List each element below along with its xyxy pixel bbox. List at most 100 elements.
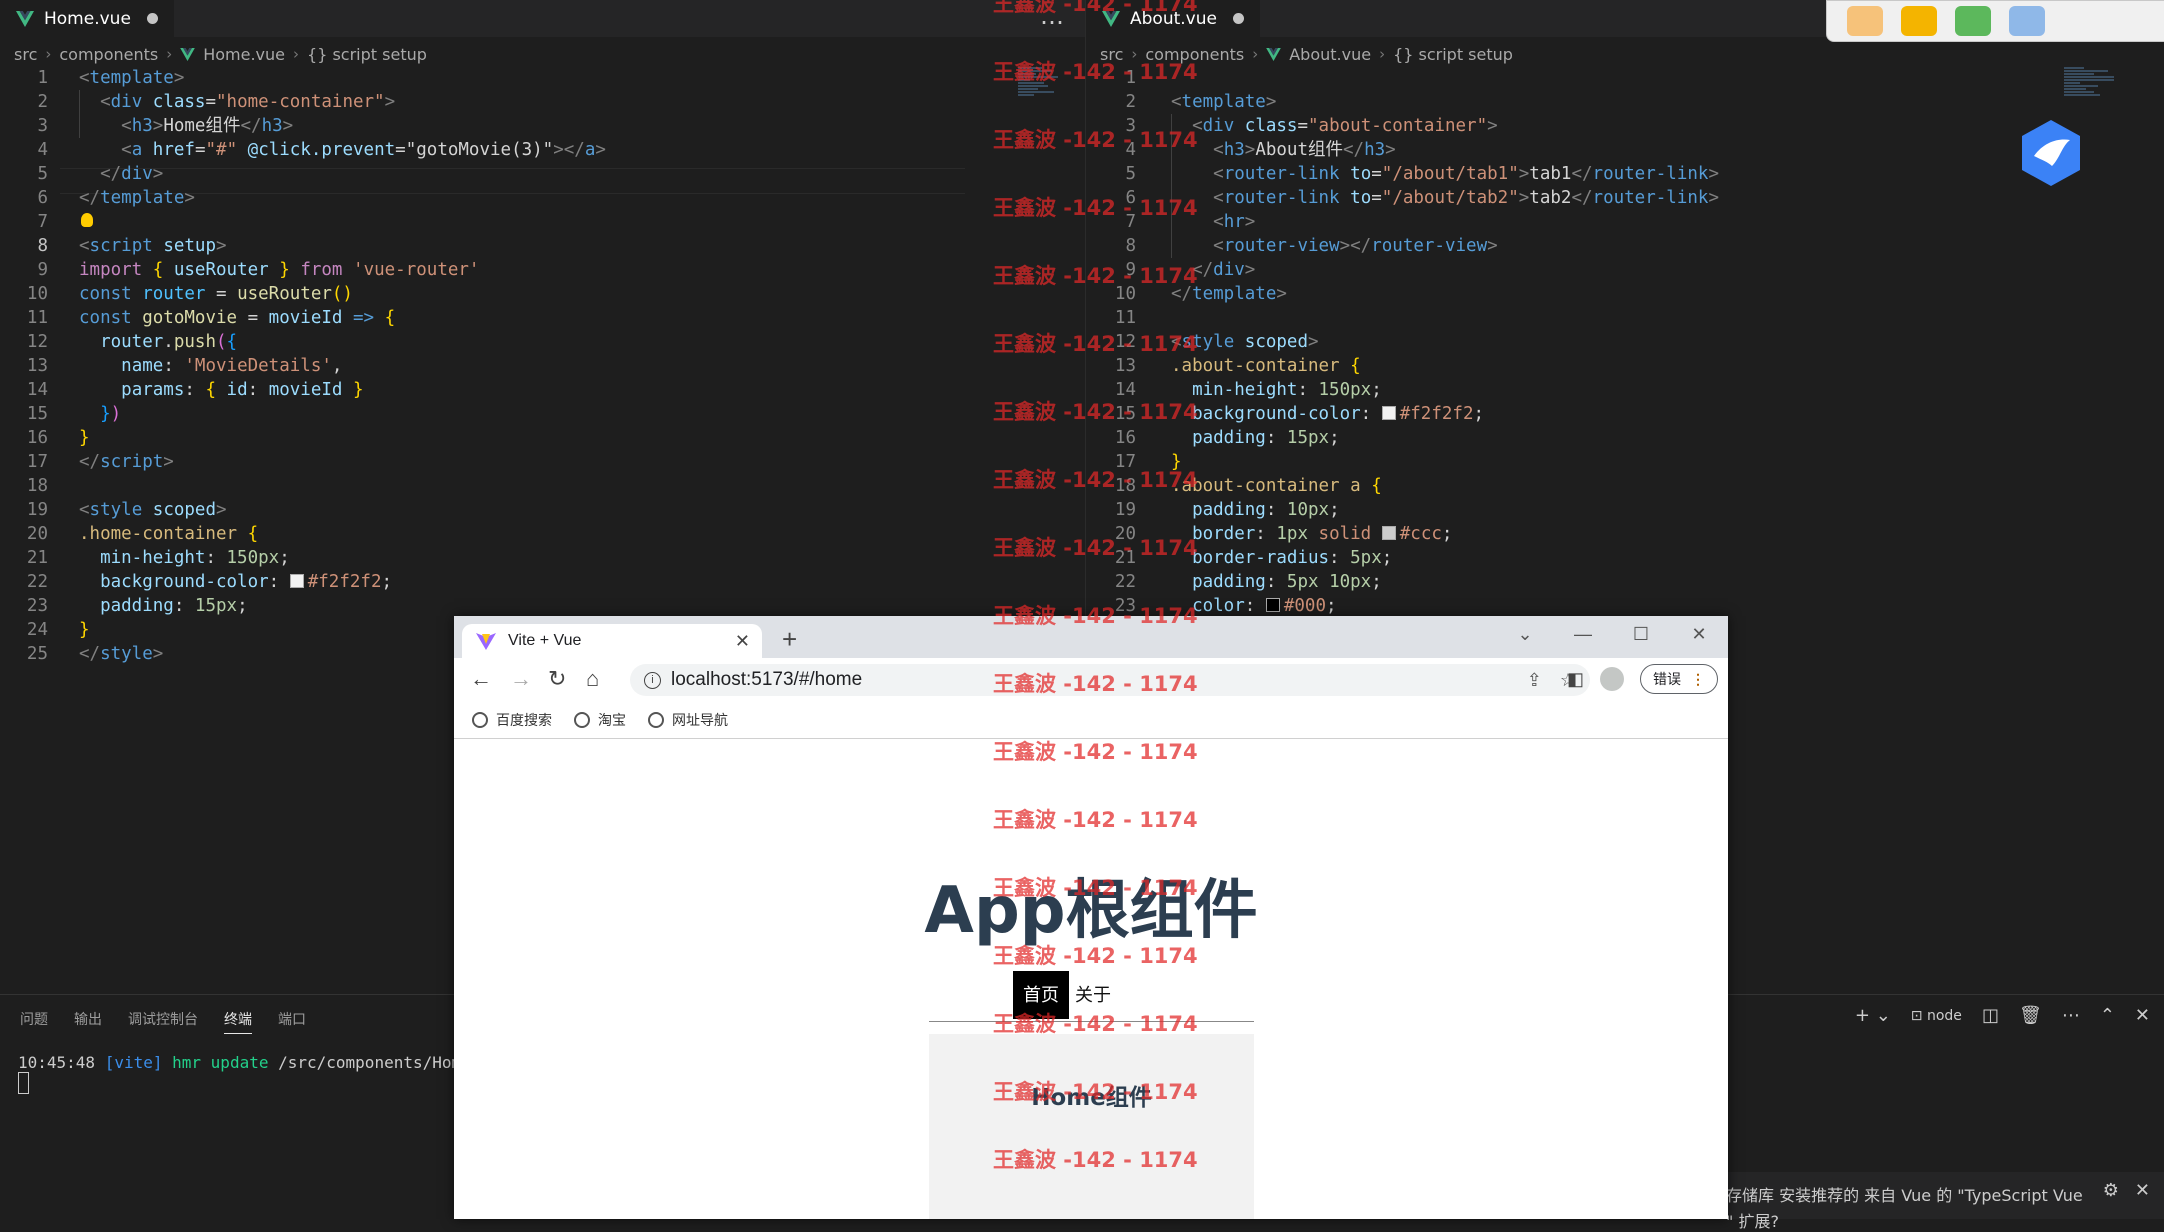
terminal-shell-label[interactable]: ⊡ node [1911,1008,1962,1024]
home-icon[interactable]: ⌂ [586,666,599,692]
panel-tab[interactable]: 输出 [74,1009,102,1034]
code-line[interactable]: 6 <router-link to="/about/tab2">tab2</ro… [1086,186,2164,210]
site-info-icon[interactable]: i [644,671,661,689]
menu-dots-icon[interactable]: ⋮ [1691,671,1705,688]
close-tab-icon[interactable]: ✕ [735,631,750,652]
code-line[interactable]: 13 .about-container { [1086,354,2164,378]
arrow-icon[interactable] [1955,6,1991,36]
code-line[interactable]: 18 .about-container a { [1086,474,2164,498]
breadcrumb-item[interactable]: Home.vue [203,45,285,64]
panel-tab[interactable]: 问题 [20,1009,48,1034]
close-panel-icon[interactable]: ✕ [2135,1005,2150,1026]
breadcrumb-item[interactable]: components [59,45,158,64]
lightbulb-icon[interactable] [81,213,93,227]
profile-error-button[interactable]: 错误 ⋮ [1640,664,1718,694]
minimize-icon[interactable]: — [1554,624,1612,645]
unsaved-dot-icon[interactable] [146,13,158,24]
trash-icon[interactable]: 🗑 [2019,1005,2042,1026]
split-terminal-icon[interactable]: ◫ [1982,1005,1999,1026]
code-line[interactable]: 22 background-color: #f2f2f2; [0,570,1085,594]
code-line[interactable]: 17 </script> [0,450,1085,474]
code-line[interactable]: 15 background-color: #f2f2f2; [1086,402,2164,426]
code-line[interactable]: 7 [0,210,1085,234]
close-window-icon[interactable]: ✕ [1670,624,1728,645]
code-line[interactable]: 23 color: #000; [1086,594,2164,618]
code-line[interactable]: 4 <h3>About组件</h3> [1086,138,2164,162]
code-line[interactable]: 15 }) [0,402,1085,426]
panel-tab[interactable]: 端口 [278,1009,306,1034]
code-line[interactable]: 6 </template> [0,186,1085,210]
share-icon[interactable]: ⇪ [1527,670,1542,691]
code-line[interactable]: 19 padding: 10px; [1086,498,2164,522]
code-line[interactable]: 12 <style scoped> [1086,330,2164,354]
color-swatch-icon[interactable] [1265,598,1280,612]
breadcrumb-item[interactable]: About.vue [1289,45,1371,64]
code-line[interactable]: 5 </div> [0,162,1085,186]
code-line[interactable]: 14 params: { id: movieId } [0,378,1085,402]
breadcrumb-item[interactable]: {} script setup [1393,45,1513,64]
code-line[interactable]: 3 <h3>Home组件</h3> [0,114,1085,138]
unsaved-dot-icon[interactable] [1232,13,1244,24]
tab-home-vue[interactable]: Home.vue [0,0,174,37]
reload-icon[interactable]: ↻ [548,666,566,692]
code-line[interactable]: 1 <template> [0,66,1085,90]
breadcrumb-item[interactable]: src [14,45,37,64]
code-line[interactable]: 3 <div class="about-container"> [1086,114,2164,138]
code-line[interactable]: 9 </div> [1086,258,2164,282]
profile-avatar-icon[interactable] [1600,667,1624,691]
code-line[interactable]: 8 <script setup> [0,234,1085,258]
bookmark-item[interactable]: 网址导航 [648,710,728,730]
maximize-icon[interactable]: ☐ [1612,624,1670,645]
more-icon[interactable]: ⋯ [2062,1005,2080,1026]
code-line[interactable]: 8 <router-view></router-view> [1086,234,2164,258]
code-line[interactable]: 11 const gotoMovie = movieId => { [0,306,1085,330]
breadcrumb-item[interactable]: {} script setup [307,45,427,64]
code-line[interactable]: 22 padding: 5px 10px; [1086,570,2164,594]
back-icon[interactable]: ← [470,666,492,692]
color-swatch-icon[interactable] [1381,526,1396,540]
code-line[interactable]: 17} [1086,450,2164,474]
code-line[interactable]: 21 min-height: 150px; [0,546,1085,570]
hand-icon[interactable] [1847,6,1883,36]
terminal-output[interactable]: 10:45:48 [vite] hmr update /src/componen… [18,1053,490,1094]
code-line[interactable]: 4 <a href="#" @click.prevent="gotoMovie(… [0,138,1085,162]
close-icon[interactable]: ✕ [2135,1180,2150,1201]
code-line[interactable]: 21 border-radius: 5px; [1086,546,2164,570]
code-line[interactable]: 10 const router = useRouter() [0,282,1085,306]
panel-tab[interactable]: 调试控制台 [128,1009,198,1034]
code-line[interactable]: 7 <hr> [1086,210,2164,234]
color-swatch-icon[interactable] [1381,406,1396,420]
code-line[interactable]: 11 [1086,306,2164,330]
code-line[interactable]: 13 name: 'MovieDetails', [0,354,1085,378]
code-line[interactable]: 1 [1086,66,2164,90]
code-line[interactable]: 18 [0,474,1085,498]
code-line[interactable]: 5 <router-link to="/about/tab1">tab1</ro… [1086,162,2164,186]
code-line[interactable]: 10 </template> [1086,282,2164,306]
code-line[interactable]: 14 min-height: 150px; [1086,378,2164,402]
code-line[interactable]: 9 import { useRouter } from 'vue-router' [0,258,1085,282]
zoom-icon[interactable] [2009,6,2045,36]
forward-icon[interactable]: → [510,666,532,692]
bookmark-item[interactable]: 淘宝 [574,710,626,730]
code-line[interactable]: 2 <div class="home-container"> [0,90,1085,114]
side-panel-icon[interactable]: ◧ [1567,669,1584,690]
url-text[interactable]: localhost:5173/#/home [671,669,862,691]
code-line[interactable]: 12 router.push({ [0,330,1085,354]
code-line[interactable]: 23 padding: 15px; [0,594,1085,618]
code-line[interactable]: 19 <style scoped> [0,498,1085,522]
tab-search-icon[interactable]: ⌄ [1496,624,1554,645]
color-swatch-icon[interactable] [289,574,304,588]
browser-tab[interactable]: Vite + Vue ✕ [462,624,762,658]
maximize-panel-icon[interactable]: ⌃ [2100,1005,2115,1026]
add-terminal-icon[interactable]: + ⌄ [1855,1005,1891,1026]
bookmark-item[interactable]: 百度搜索 [472,710,552,730]
new-tab-icon[interactable]: + [782,624,797,655]
panel-tab[interactable]: 终端 [224,1009,252,1034]
chat-icon[interactable] [1901,6,1937,36]
gear-icon[interactable]: ⚙ [2103,1180,2119,1201]
code-line[interactable]: 16} [0,426,1085,450]
code-line[interactable]: 20 border: 1px solid #ccc; [1086,522,2164,546]
bird-icon[interactable] [2018,118,2084,188]
code-line[interactable]: 2 <template> [1086,90,2164,114]
code-line[interactable]: 16 padding: 15px; [1086,426,2164,450]
